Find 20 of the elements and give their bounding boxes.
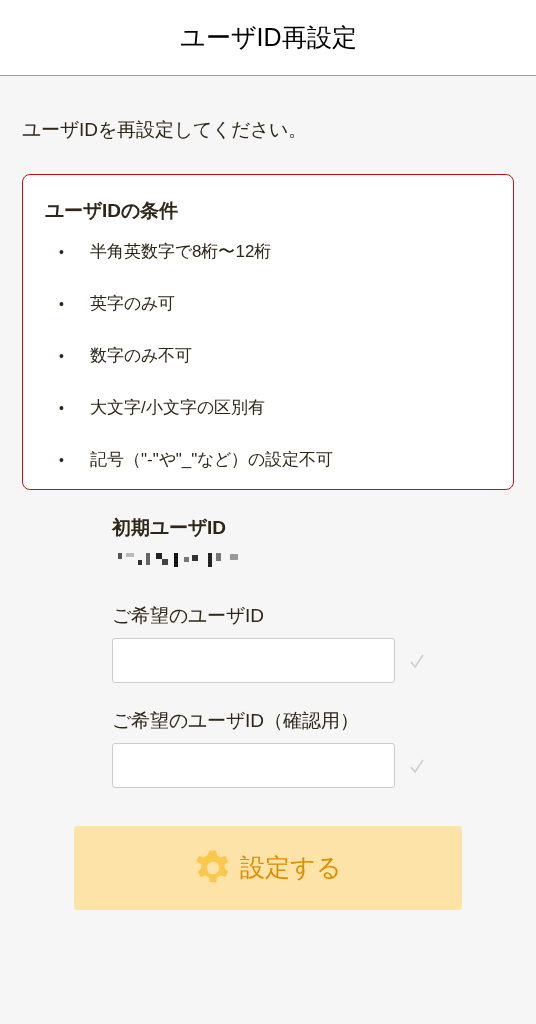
condition-text: 数字のみ不可 [90, 345, 192, 368]
bullet-mark: • [58, 294, 65, 314]
bullet-mark: • [58, 398, 65, 418]
field-label: ご希望のユーザID [112, 604, 265, 628]
condition-text: 記号（"-"や"_"など）の設定不可 [90, 449, 334, 472]
input-field[interactable] [112, 638, 395, 683]
field-label: 初期ユーザID [112, 516, 227, 540]
bullet-mark: • [58, 346, 65, 366]
condition-text: 半角英数字で8桁〜12桁 [90, 241, 272, 264]
input-field[interactable] [112, 743, 395, 788]
field-label: ご希望のユーザID（確認用） [112, 709, 360, 733]
instruction-text: ユーザIDを再設定してください。 [22, 118, 308, 142]
page-title: ユーザID再設定 [179, 21, 357, 53]
check-icon [409, 652, 425, 669]
check-icon [409, 757, 425, 774]
condition-text: 英字のみ可 [90, 293, 175, 316]
condition-text: 大文字/小文字の区別有 [90, 397, 265, 420]
bullet-mark: • [58, 450, 65, 470]
conditions-title: ユーザIDの条件 [45, 199, 179, 223]
bullet-mark: • [58, 242, 65, 262]
